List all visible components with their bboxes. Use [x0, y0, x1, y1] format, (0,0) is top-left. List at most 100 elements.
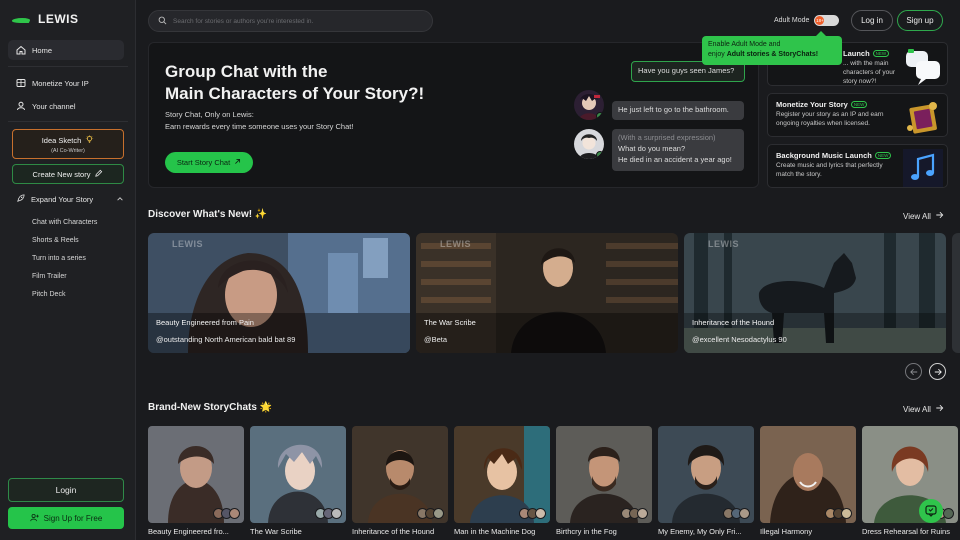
- discover-card[interactable]: LEWIS Beauty Engineered from Pain @outst…: [148, 233, 410, 353]
- online-indicator: [596, 151, 604, 159]
- participant-avatars: [315, 508, 342, 519]
- discover-view-all[interactable]: View All: [903, 211, 944, 221]
- create-story-label: Create New story: [32, 169, 91, 179]
- storychat-card[interactable]: [250, 426, 346, 523]
- promo-card-music[interactable]: Background Music Launch NEW Create music…: [767, 144, 948, 188]
- sidebar: LEWIS Home Monetize Your IP Your channel…: [0, 0, 136, 540]
- storychat-card[interactable]: [148, 426, 244, 523]
- promo-title: Background Music Launch: [776, 151, 872, 160]
- monetize-icon: [16, 78, 26, 88]
- storychat-label: Inheritance of the Hound: [352, 527, 435, 536]
- chat-help-icon: [925, 505, 937, 517]
- search-input[interactable]: [173, 17, 413, 25]
- idea-sketch-button[interactable]: Idea Sketch (AI Co-Writer): [12, 129, 124, 159]
- promo-desc: ... with the main characters of your sto…: [843, 60, 896, 85]
- music-note-icon: [903, 149, 943, 187]
- tooltip-bold: Adult stories & StoryChats!: [726, 51, 819, 59]
- storychat-card[interactable]: [658, 426, 754, 523]
- storychat-card[interactable]: [352, 426, 448, 523]
- treasure-book-icon: [903, 98, 941, 134]
- storychat-label: Dress Rehearsal for Ruins: [862, 527, 950, 536]
- start-story-chat-button[interactable]: Start Story Chat: [165, 152, 253, 173]
- sidebar-subitem-series[interactable]: Turn into a series: [32, 255, 86, 262]
- tooltip-line2: enjoy Adult stories & StoryChats!: [708, 50, 836, 60]
- participant-avatars: [213, 508, 240, 519]
- chat-expression: (With a surprised expression): [618, 133, 716, 142]
- new-badge: NEW: [872, 50, 890, 57]
- idea-sketch-sub: (AI Co-Writer): [51, 148, 85, 154]
- help-chat-button[interactable]: [919, 499, 943, 523]
- card-author: @outstanding North American bald bat 89: [156, 335, 296, 344]
- sidebar-subitem-chat[interactable]: Chat with Characters: [32, 219, 97, 226]
- character-avatar: [574, 129, 604, 159]
- idea-sketch-title-row: Idea Sketch: [13, 135, 123, 146]
- user-plus-icon: [29, 513, 39, 524]
- card-image: [416, 233, 678, 353]
- watermark: LEWIS: [708, 239, 739, 249]
- storychat-card[interactable]: [862, 426, 958, 523]
- home-icon: [16, 45, 26, 55]
- watermark: LEWIS: [440, 239, 471, 249]
- storychat-card[interactable]: [760, 426, 856, 523]
- adult-mode-control[interactable]: Adult Mode 18+: [774, 15, 840, 26]
- sidebar-item-channel[interactable]: Your channel: [8, 96, 124, 116]
- view-all-label: View All: [903, 211, 931, 221]
- adult-badge: 18+: [815, 16, 825, 25]
- sidebar-signup-button[interactable]: Sign Up for Free: [8, 507, 124, 529]
- chat-line: What do you mean?: [618, 143, 686, 153]
- card-author: @Beta: [424, 335, 448, 344]
- hero-description: Earn rewards every time someone uses you…: [165, 122, 354, 131]
- storychat-card[interactable]: [556, 426, 652, 523]
- arrow-right-icon: [934, 368, 942, 375]
- discover-title: Discover What's New! ✨: [148, 209, 268, 220]
- discover-card[interactable]: LEWIS Inheritance of the Hound @excellen…: [684, 233, 946, 353]
- sidebar-item-home[interactable]: Home: [8, 40, 124, 60]
- adult-mode-toggle[interactable]: 18+: [814, 15, 840, 26]
- sidebar-divider: [8, 121, 128, 122]
- arrow-up-right-icon: [234, 158, 241, 167]
- discover-card[interactable]: LEWIS The War Scribe @Beta: [416, 233, 678, 353]
- carousel-next-button[interactable]: [929, 363, 946, 380]
- promo-card-monetize[interactable]: Monetize Your Story NEW Register your st…: [767, 93, 948, 137]
- arrow-right-icon: [935, 404, 944, 414]
- sidebar-item-monetize[interactable]: Monetize Your IP: [8, 73, 124, 93]
- storychat-label: The War Scribe: [250, 527, 302, 536]
- hero-banner: Group Chat with the Main Characters of Y…: [148, 42, 759, 188]
- storychats-view-all[interactable]: View All: [903, 404, 944, 414]
- discover-card-peek[interactable]: [952, 233, 960, 353]
- participant-avatars: [825, 508, 852, 519]
- create-story-button[interactable]: Create New story: [12, 164, 124, 184]
- sidebar-login-button[interactable]: Login: [8, 478, 124, 502]
- online-indicator: [596, 112, 604, 120]
- sidebar-subitem-pitch[interactable]: Pitch Deck: [32, 291, 65, 298]
- promo-desc: Create music and lyrics that perfectly m…: [776, 162, 883, 178]
- logo[interactable]: LEWIS: [12, 12, 79, 26]
- promo-desc: Register your story as an IP and earn on…: [776, 111, 884, 127]
- signup-button[interactable]: Sign up: [897, 10, 943, 31]
- chat-line: He died in an accident a year ago!: [618, 154, 732, 164]
- card-title: Beauty Engineered from Pain: [156, 318, 254, 327]
- sidebar-subitem-trailer[interactable]: Film Trailer: [32, 273, 67, 280]
- new-badge: NEW: [874, 152, 892, 159]
- sidebar-subitem-shorts[interactable]: Shorts & Reels: [32, 237, 79, 244]
- storychat-label: My Enemy, My Only Fri...: [658, 527, 742, 536]
- login-button[interactable]: Log in: [851, 10, 893, 31]
- adult-mode-tooltip: Enable Adult Mode and enjoy Adult storie…: [702, 31, 842, 65]
- expand-story-label: Expand Your Story: [31, 195, 94, 204]
- new-badge: NEW: [850, 101, 868, 108]
- hero-title-line1: Group Chat with the: [165, 62, 328, 81]
- card-author: @excellent Nesodactylus 90: [692, 335, 787, 344]
- idea-sketch-label: Idea Sketch: [41, 136, 82, 145]
- character-avatar: [574, 90, 604, 120]
- carousel-prev-button[interactable]: [905, 363, 922, 380]
- storychats-title: Brand-New StoryChats 🌟: [148, 402, 273, 413]
- hero-title: Group Chat with the Main Characters of Y…: [165, 61, 465, 105]
- promo-title: Launch: [843, 49, 870, 58]
- expand-story-toggle[interactable]: Expand Your Story: [16, 194, 124, 205]
- view-all-label: View All: [903, 404, 931, 414]
- storychat-card[interactable]: [454, 426, 550, 523]
- sidebar-divider: [8, 66, 128, 67]
- app-root: LEWIS Home Monetize Your IP Your channel…: [0, 0, 960, 540]
- search-bar[interactable]: [148, 10, 433, 32]
- chat-bubbles-icon: [903, 47, 941, 85]
